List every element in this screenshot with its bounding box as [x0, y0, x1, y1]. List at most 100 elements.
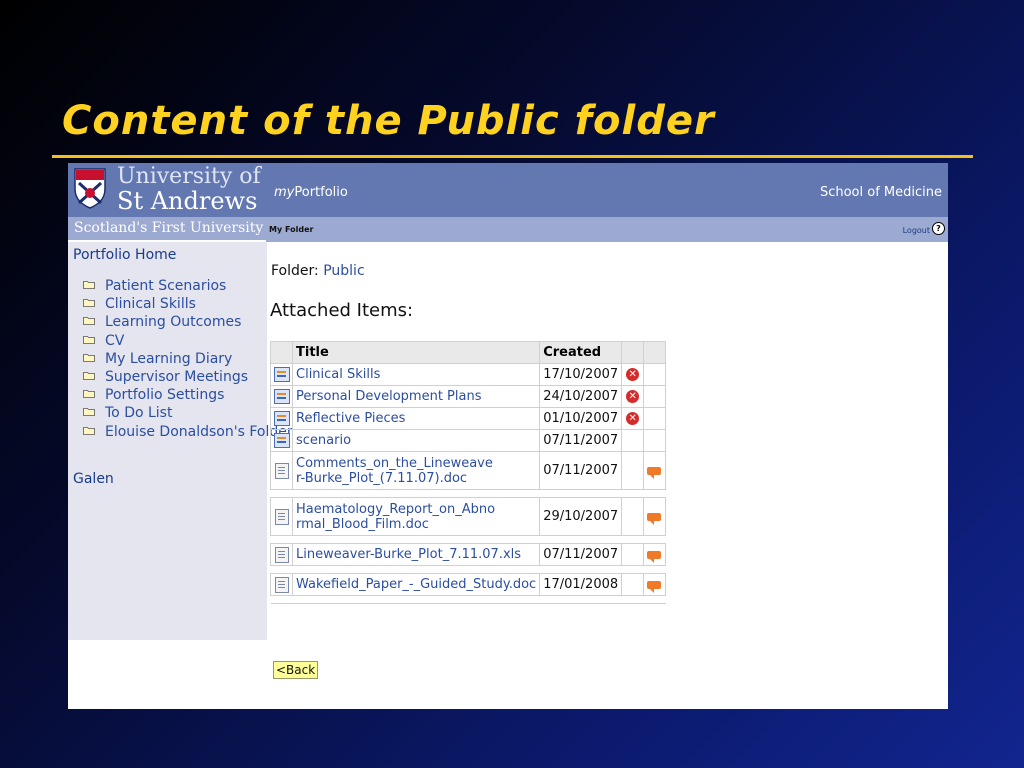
- comment-icon[interactable]: [647, 466, 662, 479]
- sidebar-folder-label: To Do List: [105, 405, 173, 422]
- sidebar-folder-item[interactable]: Patient Scenarios: [83, 277, 293, 295]
- folder-icon: [83, 281, 95, 289]
- item-title-link[interactable]: Personal Development Plans: [296, 389, 481, 404]
- back-button[interactable]: <Back: [273, 661, 319, 679]
- item-comment-cell: [643, 363, 667, 386]
- table-row: Lineweaver-Burke_Plot_7.11.07.xls 07/11/2…: [270, 543, 667, 566]
- header-extra-cell: [643, 341, 667, 364]
- sidebar-folder-label: Supervisor Meetings: [105, 369, 248, 386]
- item-icon-cell: [270, 573, 293, 596]
- item-title-link[interactable]: Comments_on_the_Lineweaver-Burke_Plot_(7…: [296, 456, 496, 486]
- item-title-cell: Lineweaver-Burke_Plot_7.11.07.xls: [291, 543, 541, 566]
- item-comment-cell: [643, 451, 667, 490]
- sidebar-folder-label: CV: [105, 332, 125, 349]
- comment-icon[interactable]: [647, 550, 662, 563]
- comment-icon[interactable]: [647, 580, 662, 593]
- stack-icon[interactable]: [273, 411, 290, 426]
- university-logo[interactable]: University of St Andrews: [68, 163, 266, 217]
- stack-icon[interactable]: [273, 367, 290, 382]
- help-icon[interactable]: ?: [932, 222, 945, 235]
- item-created-cell: 24/10/2007: [539, 385, 623, 408]
- folder-icon: [83, 372, 95, 380]
- item-title-link[interactable]: Wakefield_Paper_-_Guided_Study.doc: [296, 577, 536, 592]
- document-icon[interactable]: [274, 576, 289, 593]
- top-banner: myPortfolio School of Medicine: [266, 163, 948, 217]
- portfolio-home-link[interactable]: Portfolio Home: [73, 247, 176, 263]
- table-row: Wakefield_Paper_-_Guided_Study.doc 17/01/…: [270, 573, 667, 596]
- sidebar-folder-item[interactable]: My Learning Diary: [83, 350, 293, 368]
- sidebar-folder-item[interactable]: Clinical Skills: [83, 295, 293, 313]
- item-comment-cell: [643, 573, 667, 596]
- sidebar-folder-label: Portfolio Settings: [105, 387, 225, 404]
- item-title-link[interactable]: Haematology_Report_on_Abnormal_Blood_Fil…: [296, 502, 496, 532]
- sidebar-folder-label: Clinical Skills: [105, 296, 196, 313]
- sidebar-folder-label: My Learning Diary: [105, 350, 233, 367]
- item-created-cell: 07/11/2007: [539, 429, 623, 452]
- item-action-cell: [621, 429, 645, 452]
- sidebar-folder-item[interactable]: Learning Outcomes: [83, 313, 293, 331]
- attached-items-heading: Attached Items:: [270, 300, 414, 321]
- column-header-title[interactable]: Title: [291, 341, 541, 364]
- item-title-link[interactable]: Lineweaver-Burke_Plot_7.11.07.xls: [296, 547, 521, 562]
- university-name-line1: University of: [117, 164, 261, 189]
- stack-icon[interactable]: [273, 389, 290, 404]
- header-action-cell: [621, 341, 645, 364]
- item-title-cell: Comments_on_the_Lineweaver-Burke_Plot_(7…: [291, 451, 541, 490]
- sidebar-folder-label: Learning Outcomes: [105, 314, 242, 331]
- item-comment-cell: [643, 407, 667, 430]
- row-spacer-cell: [270, 565, 666, 574]
- galen-link[interactable]: Galen: [73, 471, 114, 487]
- table-header-row: Title Created: [270, 341, 667, 364]
- document-icon[interactable]: [274, 462, 289, 479]
- item-title-cell: Wakefield_Paper_-_Guided_Study.doc: [291, 573, 541, 596]
- row-spacer: [270, 489, 666, 498]
- delete-icon[interactable]: ✕: [626, 368, 640, 381]
- item-action-cell: [621, 451, 645, 490]
- delete-icon[interactable]: ✕: [626, 390, 640, 403]
- attached-items-table: Title Created Clinical Skills 17/10/2007 ✕…: [270, 341, 667, 604]
- app-name[interactable]: myPortfolio: [274, 185, 348, 200]
- item-title-link[interactable]: Clinical Skills: [296, 367, 380, 382]
- item-title-cell: Clinical Skills: [291, 363, 541, 386]
- stack-icon[interactable]: [273, 433, 290, 448]
- item-created-cell: 29/10/2007: [539, 497, 623, 536]
- comment-icon[interactable]: [647, 512, 662, 525]
- sidebar-folder-item[interactable]: Elouise Donaldson's Folder: [83, 423, 293, 441]
- title-underline: [52, 155, 973, 158]
- folder-name-link[interactable]: Public: [323, 263, 364, 279]
- item-title-cell: scenario: [291, 429, 541, 452]
- delete-icon[interactable]: ✕: [626, 412, 640, 425]
- folder-icon: [83, 317, 95, 326]
- sidebar-folder-label: Patient Scenarios: [105, 278, 227, 294]
- folder-icon: [83, 299, 95, 308]
- sidebar-folder-item[interactable]: Portfolio Settings: [83, 386, 293, 404]
- item-comment-cell: [643, 429, 667, 452]
- folder-icon: [83, 353, 95, 362]
- item-action-cell: ✕: [621, 385, 645, 408]
- portfolio-screenshot: University of St Andrews Scotland's Firs…: [68, 163, 948, 709]
- university-tagline: Scotland's First University: [68, 217, 266, 240]
- sidebar-folder-item[interactable]: Supervisor Meetings: [83, 368, 293, 386]
- app-name-prefix: my: [274, 185, 295, 200]
- item-title-link[interactable]: scenario: [296, 433, 351, 448]
- item-icon-cell: [270, 429, 293, 452]
- logout-link[interactable]: Logout: [903, 226, 930, 235]
- item-title-link[interactable]: Reflective Pieces: [296, 411, 405, 426]
- slide-title: Content of the Public folder: [62, 98, 715, 144]
- folder-icon: [83, 426, 95, 435]
- header-icon-cell: [270, 341, 293, 364]
- row-spacer-cell: [270, 535, 666, 544]
- column-header-created[interactable]: Created: [539, 341, 623, 364]
- item-created-cell: 07/11/2007: [539, 543, 623, 566]
- sidebar-folder-item[interactable]: To Do List: [83, 404, 293, 422]
- sidebar-folder-item[interactable]: CV: [83, 332, 293, 350]
- item-action-cell: [621, 573, 645, 596]
- folder-tree: Patient Scenarios Clinical Skills Learning…: [83, 277, 293, 441]
- row-spacer-cell: [270, 489, 666, 498]
- item-icon-cell: [270, 407, 293, 430]
- item-icon-cell: [270, 497, 293, 536]
- document-icon[interactable]: [274, 508, 289, 525]
- row-spacer: [270, 535, 666, 544]
- document-icon[interactable]: [274, 546, 289, 563]
- app-name-suffix: Portfolio: [294, 185, 348, 200]
